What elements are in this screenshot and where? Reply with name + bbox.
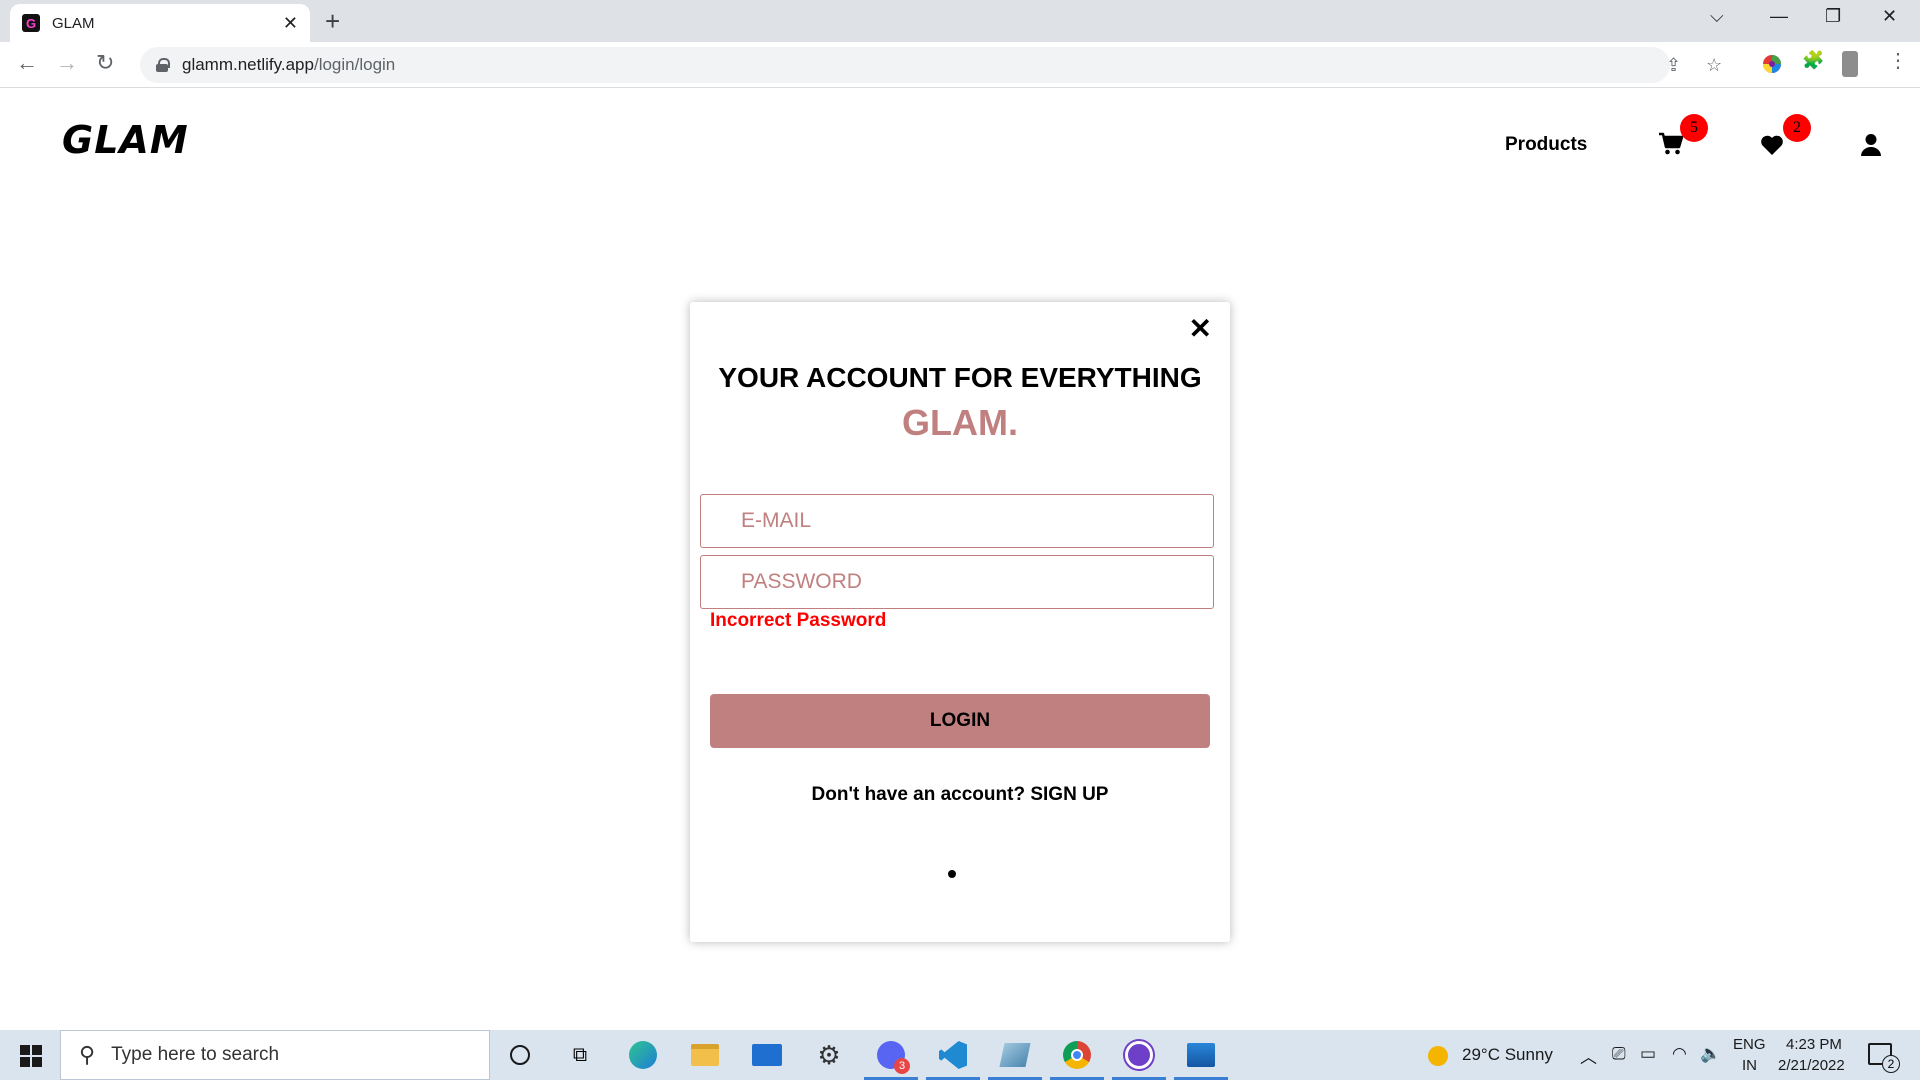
- tab-close-icon[interactable]: ✕: [283, 13, 298, 34]
- error-message: Incorrect Password: [710, 610, 887, 631]
- wishlist-count-badge: 2: [1783, 114, 1811, 142]
- volume-icon[interactable]: 🔈: [1700, 1044, 1721, 1064]
- mail-icon[interactable]: [750, 1040, 784, 1070]
- color-picker-extension-icon[interactable]: [1762, 54, 1782, 74]
- taskbar: ⚲ Type here to search ⧉ ⚙ 3 29°C Sunny ︿…: [0, 1030, 1920, 1080]
- cortana-icon[interactable]: [503, 1040, 537, 1070]
- browser-tab[interactable]: G GLAM ✕: [10, 4, 310, 42]
- heart-icon[interactable]: [1760, 134, 1784, 156]
- restore-button[interactable]: ❐: [1825, 6, 1841, 27]
- email-field[interactable]: [700, 494, 1214, 548]
- notepad-icon[interactable]: [988, 1040, 1042, 1080]
- close-icon[interactable]: ✕: [1189, 312, 1212, 345]
- discord-icon[interactable]: 3: [864, 1040, 918, 1080]
- meet-now-icon[interactable]: ⎚: [1612, 1044, 1626, 1064]
- battery-icon[interactable]: ▭: [1640, 1044, 1656, 1064]
- github-icon[interactable]: [1112, 1040, 1166, 1080]
- minimize-button[interactable]: —: [1770, 6, 1788, 27]
- new-tab-button[interactable]: +: [325, 6, 340, 37]
- wifi-icon[interactable]: ◠: [1672, 1044, 1687, 1064]
- site-favicon-icon: G: [22, 14, 40, 32]
- signup-link[interactable]: Don't have an account? SIGN UP: [690, 784, 1230, 806]
- language-code[interactable]: ENG: [1733, 1036, 1766, 1053]
- taskbar-search-input[interactable]: ⚲ Type here to search: [60, 1030, 490, 1080]
- notification-center-icon[interactable]: 2: [1868, 1043, 1900, 1073]
- clock-time[interactable]: 4:23 PM: [1786, 1036, 1842, 1053]
- reload-icon[interactable]: ↻: [96, 50, 114, 76]
- file-explorer-icon[interactable]: [688, 1040, 722, 1070]
- show-hidden-icons-chevron-icon[interactable]: ︿: [1580, 1043, 1597, 1068]
- login-button[interactable]: LOGIN: [710, 694, 1210, 748]
- windows-start-icon[interactable]: [20, 1045, 42, 1067]
- cart-count-badge: 5: [1680, 114, 1708, 142]
- loading-dot: [948, 870, 956, 878]
- notification-count: 2: [1882, 1055, 1900, 1073]
- modal-brand: GLAM.: [902, 402, 1018, 443]
- weather-sun-icon[interactable]: [1428, 1046, 1448, 1066]
- discord-notification-badge: 3: [894, 1058, 910, 1074]
- browser-menu-icon[interactable]: ⋮: [1888, 48, 1908, 73]
- login-modal: ✕ YOUR ACCOUNT FOR EVERYTHING GLAM. Inco…: [690, 302, 1230, 942]
- extensions-puzzle-icon[interactable]: 🧩: [1802, 50, 1824, 71]
- password-field[interactable]: [700, 555, 1214, 609]
- back-arrow-icon[interactable]: ←: [16, 50, 38, 76]
- url-path: /login/login: [313, 55, 396, 74]
- share-icon[interactable]: ⇪: [1666, 55, 1681, 76]
- nav-products-link[interactable]: Products: [1505, 134, 1587, 156]
- vscode-icon[interactable]: [926, 1040, 980, 1080]
- browser-tabstrip: G GLAM ✕ + ⌵ — ❐ ✕: [0, 0, 1920, 42]
- photos-icon[interactable]: [1174, 1040, 1228, 1080]
- user-account-icon[interactable]: [1860, 133, 1882, 157]
- task-view-icon[interactable]: ⧉: [563, 1040, 597, 1070]
- cart-icon[interactable]: [1658, 132, 1684, 156]
- chrome-icon[interactable]: [1050, 1040, 1104, 1080]
- tab-search-chevron-icon[interactable]: ⌵: [1710, 6, 1724, 27]
- forward-arrow-icon[interactable]: →: [56, 50, 78, 76]
- settings-gear-icon[interactable]: ⚙: [812, 1040, 846, 1070]
- profile-avatar[interactable]: [1842, 51, 1858, 77]
- search-icon: ⚲: [79, 1042, 96, 1067]
- modal-heading: YOUR ACCOUNT FOR EVERYTHING: [718, 362, 1202, 393]
- address-bar[interactable]: glamm.netlify.app /login/login ⇪ ☆: [140, 47, 1722, 83]
- weather-text[interactable]: 29°C Sunny: [1462, 1045, 1553, 1065]
- site-logo[interactable]: GLAM: [62, 118, 189, 162]
- close-window-button[interactable]: ✕: [1882, 6, 1897, 27]
- bookmark-star-icon[interactable]: ☆: [1706, 55, 1722, 76]
- browser-toolbar: ← → ↻ glamm.netlify.app /login/login ⇪ ☆…: [0, 42, 1920, 88]
- lock-icon[interactable]: [156, 58, 170, 72]
- taskbar-search-placeholder: Type here to search: [111, 1044, 280, 1065]
- language-region[interactable]: IN: [1742, 1057, 1757, 1074]
- tab-title: GLAM: [52, 14, 95, 32]
- url-host: glamm.netlify.app: [182, 55, 314, 74]
- clock-date[interactable]: 2/21/2022: [1778, 1057, 1845, 1074]
- edge-browser-icon[interactable]: [626, 1040, 660, 1070]
